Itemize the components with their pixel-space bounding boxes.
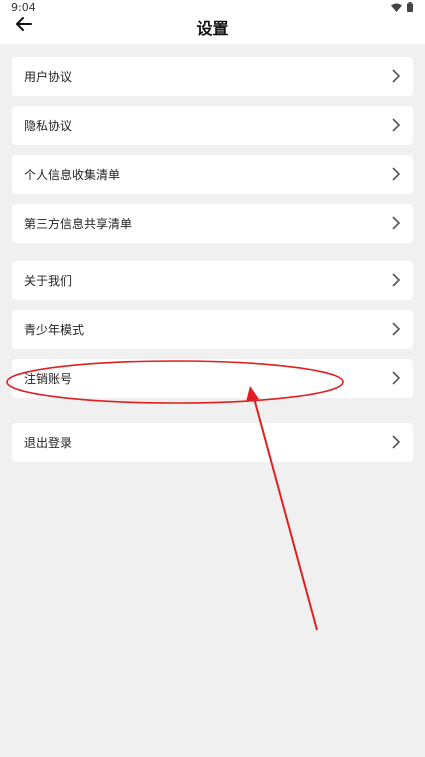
menu-item-label: 用户协议 — [24, 70, 73, 84]
chevron-right-icon — [392, 371, 401, 385]
battery-icon — [407, 2, 413, 12]
menu-item-label: 隐私协议 — [24, 119, 73, 133]
chevron-right-icon — [392, 273, 401, 287]
menu-item-label: 关于我们 — [24, 274, 73, 288]
menu-item-user-agreement[interactable]: 用户协议 — [12, 57, 413, 96]
status-time: 9:04 — [11, 1, 36, 14]
chevron-right-icon — [392, 167, 401, 181]
menu-item-label: 第三方信息共享清单 — [24, 217, 133, 231]
wifi-icon — [391, 3, 402, 12]
menu-item-label: 退出登录 — [24, 436, 73, 450]
chevron-right-icon — [392, 69, 401, 83]
menu-item-teen-mode[interactable]: 青少年模式 — [12, 310, 413, 349]
menu-item-label: 注销账号 — [24, 372, 73, 386]
menu-item-third-party-sharing-list[interactable]: 第三方信息共享清单 — [12, 204, 413, 243]
menu-item-about-us[interactable]: 关于我们 — [12, 261, 413, 300]
chevron-right-icon — [392, 322, 401, 336]
menu-item-label: 青少年模式 — [24, 323, 85, 337]
chevron-right-icon — [392, 216, 401, 230]
status-icons — [391, 2, 413, 12]
menu-item-logout[interactable]: 退出登录 — [12, 423, 413, 462]
chevron-right-icon — [392, 435, 401, 449]
menu-item-delete-account[interactable]: 注销账号 — [12, 359, 413, 398]
page-title: 设置 — [196, 19, 229, 38]
menu-item-privacy-agreement[interactable]: 隐私协议 — [12, 106, 413, 145]
header-bar: 设置 — [0, 14, 425, 44]
menu-item-personal-info-list[interactable]: 个人信息收集清单 — [12, 155, 413, 194]
chevron-right-icon — [392, 118, 401, 132]
menu-item-label: 个人信息收集清单 — [24, 168, 121, 182]
status-bar: 9:04 — [0, 0, 425, 14]
